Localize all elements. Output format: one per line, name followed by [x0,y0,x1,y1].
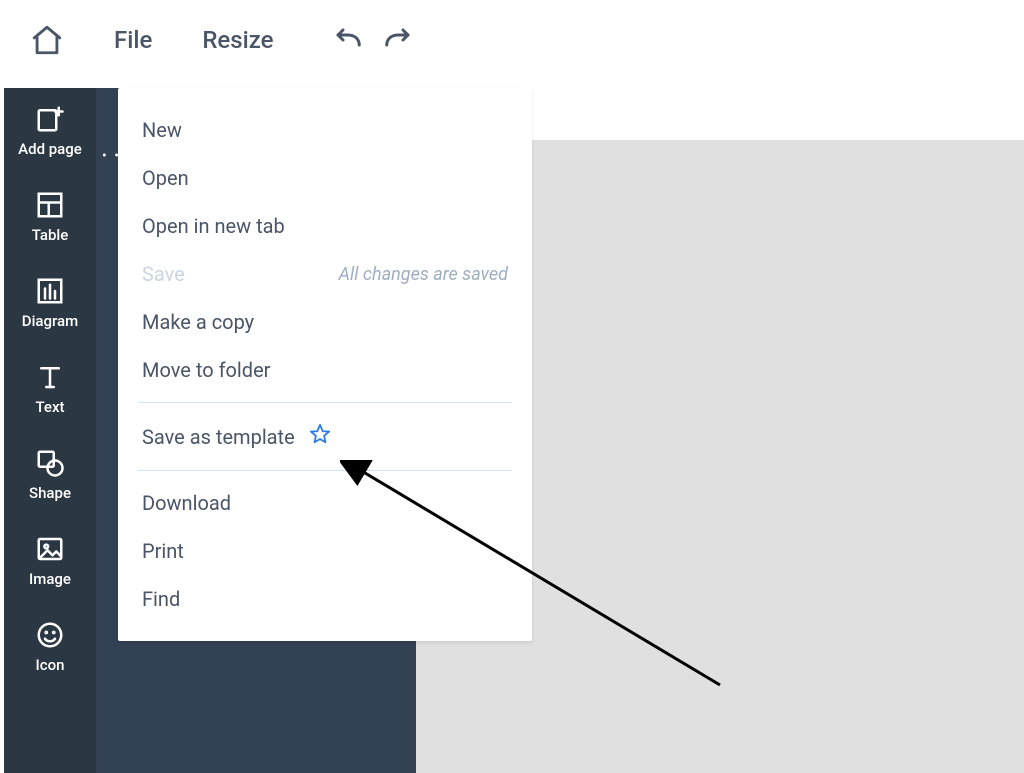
file-menu[interactable]: File [114,26,152,54]
menu-item-find[interactable]: Find [118,575,532,623]
resize-menu[interactable]: Resize [202,26,273,54]
menu-item-save: Save All changes are saved [118,250,532,298]
undo-button[interactable] [333,27,363,53]
menu-item-move-folder[interactable]: Move to folder [118,346,532,394]
star-icon [309,423,331,450]
sidebar-item-shape[interactable]: Shape [4,448,96,502]
menu-item-new[interactable]: New [118,106,532,154]
sidebar-item-add-page[interactable]: Add page [4,104,96,158]
home-icon [30,23,64,57]
sidebar-item-label: Image [29,570,71,588]
undo-icon [333,27,363,53]
menu-item-save-template[interactable]: Save as template [118,411,532,462]
redo-icon [383,27,413,53]
text-icon [35,362,65,392]
image-icon [35,534,65,564]
menu-item-make-copy[interactable]: Make a copy [118,298,532,346]
sidebar-item-icon[interactable]: Icon [4,620,96,674]
diagram-icon [35,276,65,306]
file-dropdown: New Open Open in new tab Save All change… [118,88,532,641]
sidebar-item-label: Text [35,398,64,416]
left-sidebar: Add page Table Diagram Text Shape [4,88,96,773]
add-page-icon [35,104,65,134]
redo-button[interactable] [383,27,413,53]
shape-icon [35,448,65,478]
menu-item-open[interactable]: Open [118,154,532,202]
sidebar-item-label: Shape [29,484,71,502]
sidebar-item-label: Icon [36,656,65,674]
menu-item-open-new-tab[interactable]: Open in new tab [118,202,532,250]
top-toolbar: File Resize [0,0,1024,80]
sidebar-item-label: Diagram [22,312,78,330]
sidebar-item-label: Add page [18,140,82,158]
save-status-hint: All changes are saved [339,264,508,285]
menu-divider [138,470,512,471]
sidebar-item-image[interactable]: Image [4,534,96,588]
menu-item-download[interactable]: Download [118,479,532,527]
sidebar-item-diagram[interactable]: Diagram [4,276,96,330]
menu-item-print[interactable]: Print [118,527,532,575]
menu-divider [138,402,512,403]
smile-icon [35,620,65,650]
sidebar-item-label: Table [32,226,69,244]
sidebar-item-table[interactable]: Table [4,190,96,244]
home-button[interactable] [30,23,64,57]
table-icon [35,190,65,220]
sidebar-item-text[interactable]: Text [4,362,96,416]
